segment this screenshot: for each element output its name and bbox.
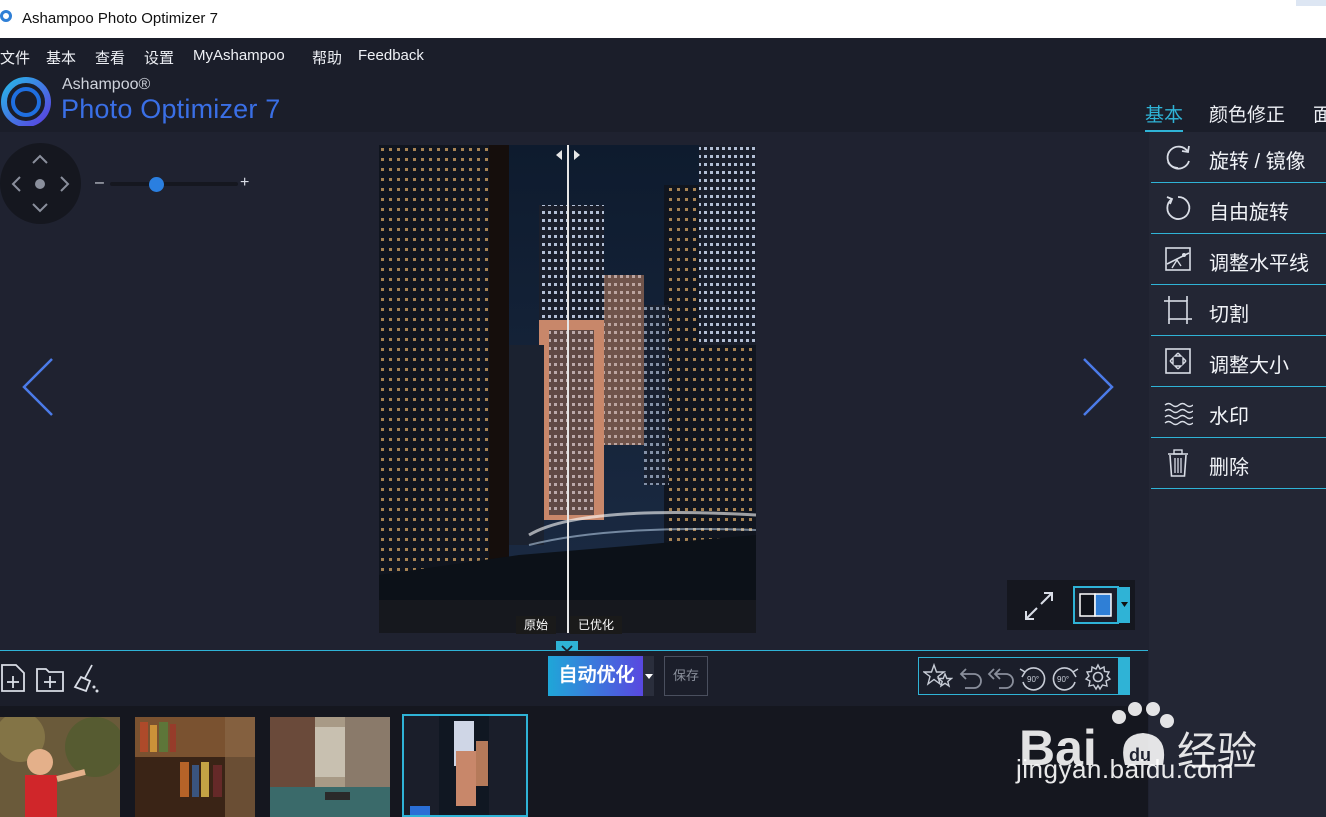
title-bar: Ashampoo Photo Optimizer 7 — [0, 0, 1326, 38]
clear-list-broom-icon[interactable] — [72, 663, 100, 693]
menu-basic[interactable]: 基本 — [46, 47, 76, 68]
menu-myashampoo[interactable]: MyAshampoo — [193, 47, 285, 64]
resize-icon — [1165, 348, 1191, 374]
add-folder-icon[interactable] — [35, 663, 65, 693]
pan-arrows-icon — [11, 154, 70, 213]
split-view-toggle-icon[interactable] — [1073, 586, 1131, 624]
tab-basic[interactable]: 基本 — [1145, 100, 1184, 132]
watermark-url: jingyan.baidu.com — [1016, 754, 1235, 784]
thumbnail-bookshelf[interactable] — [135, 717, 255, 817]
tool-label: 切割 — [1209, 304, 1249, 326]
previous-image-icon[interactable] — [20, 355, 56, 419]
bookshelf-photo-thumbnail — [135, 717, 255, 817]
chevron-down-icon — [561, 645, 573, 653]
menu-feedback[interactable]: Feedback — [358, 47, 424, 64]
view-controls — [1007, 580, 1135, 630]
trash-icon — [1168, 449, 1188, 477]
collapse-panel-tab[interactable] — [556, 641, 578, 653]
tool-label: 水印 — [1209, 406, 1249, 428]
tool-label: 自由旋转 — [1209, 202, 1289, 224]
pan-navigator[interactable] — [0, 143, 81, 224]
zoom-slider-track[interactable] — [110, 182, 238, 186]
menu-view[interactable]: 查看 — [95, 47, 125, 68]
window-title: Ashampoo Photo Optimizer 7 — [22, 10, 218, 27]
tool-label: 调整大小 — [1209, 355, 1289, 377]
menu-settings[interactable]: 设置 — [144, 47, 174, 68]
undo-all-icon[interactable] — [985, 662, 1017, 692]
tool-watermark[interactable]: 水印 — [1151, 387, 1326, 438]
city-night-image — [379, 145, 756, 633]
thumbnail-child[interactable] — [0, 717, 120, 817]
tab-more[interactable]: 面 — [1313, 100, 1326, 127]
tool-crop[interactable]: 切割 — [1151, 285, 1326, 336]
tool-adjust-horizon[interactable]: 调整水平线 — [1151, 234, 1326, 285]
thumbnail-city-selected[interactable] — [402, 714, 528, 817]
zoom-in-button[interactable]: + — [240, 174, 249, 192]
crop-icon — [1164, 296, 1192, 324]
tool-rotate-mirror[interactable]: 旋转 / 镜像 — [1151, 132, 1326, 183]
original-label: 原始 — [516, 616, 557, 634]
title-bar-corner — [1296, 0, 1326, 6]
tool-label: 旋转 / 镜像 — [1209, 151, 1306, 173]
rotate-mirror-icon — [1166, 145, 1190, 170]
logo-brand: Ashampoo® — [62, 76, 151, 93]
menu-help[interactable]: 帮助 — [312, 47, 342, 68]
logo-product-name: Photo Optimizer 7 — [61, 94, 281, 124]
next-image-icon[interactable] — [1080, 355, 1116, 419]
tool-label: 调整水平线 — [1209, 253, 1309, 275]
tool-resize[interactable]: 调整大小 — [1151, 336, 1326, 387]
auto-optimize-dropdown[interactable] — [643, 656, 654, 696]
tool-label: 删除 — [1209, 457, 1249, 479]
thumbnail-venice[interactable] — [270, 717, 390, 817]
optimized-label: 已优化 — [570, 616, 623, 634]
watermark-icon — [1164, 402, 1193, 426]
undo-icon[interactable] — [955, 662, 985, 692]
ashampoo-logo-icon — [1, 77, 51, 126]
save-button[interactable]: 保存 — [664, 656, 708, 696]
zoom-slider-thumb[interactable] — [148, 177, 164, 192]
photo-preview[interactable] — [379, 145, 756, 633]
app-header: Ashampoo® Photo Optimizer 7 基本 颜色修正 面 — [0, 72, 1326, 132]
app-icon — [0, 10, 12, 22]
horizon-icon — [1165, 247, 1191, 271]
tool-delete[interactable]: 删除 — [1151, 438, 1326, 489]
free-rotate-icon — [1166, 196, 1191, 220]
tool-free-rotate[interactable]: 自由旋转 — [1151, 183, 1326, 234]
city-night-photo-thumbnail — [404, 716, 526, 815]
add-file-icon[interactable] — [0, 663, 26, 693]
favorites-stars-icon[interactable] — [923, 662, 953, 692]
tab-color-correction[interactable]: 颜色修正 — [1209, 100, 1285, 127]
venice-canal-photo-thumbnail — [270, 717, 390, 817]
menu-file[interactable]: 文件 — [0, 47, 30, 68]
zoom-out-button[interactable]: – — [95, 174, 104, 192]
auto-optimize-button[interactable]: 自动优化 — [548, 656, 645, 696]
fullscreen-icon[interactable] — [1023, 590, 1055, 622]
menu-bar: 文件 基本 查看 设置 MyAshampoo 帮助 Feedback — [0, 38, 1326, 72]
child-photo-thumbnail — [0, 717, 120, 817]
